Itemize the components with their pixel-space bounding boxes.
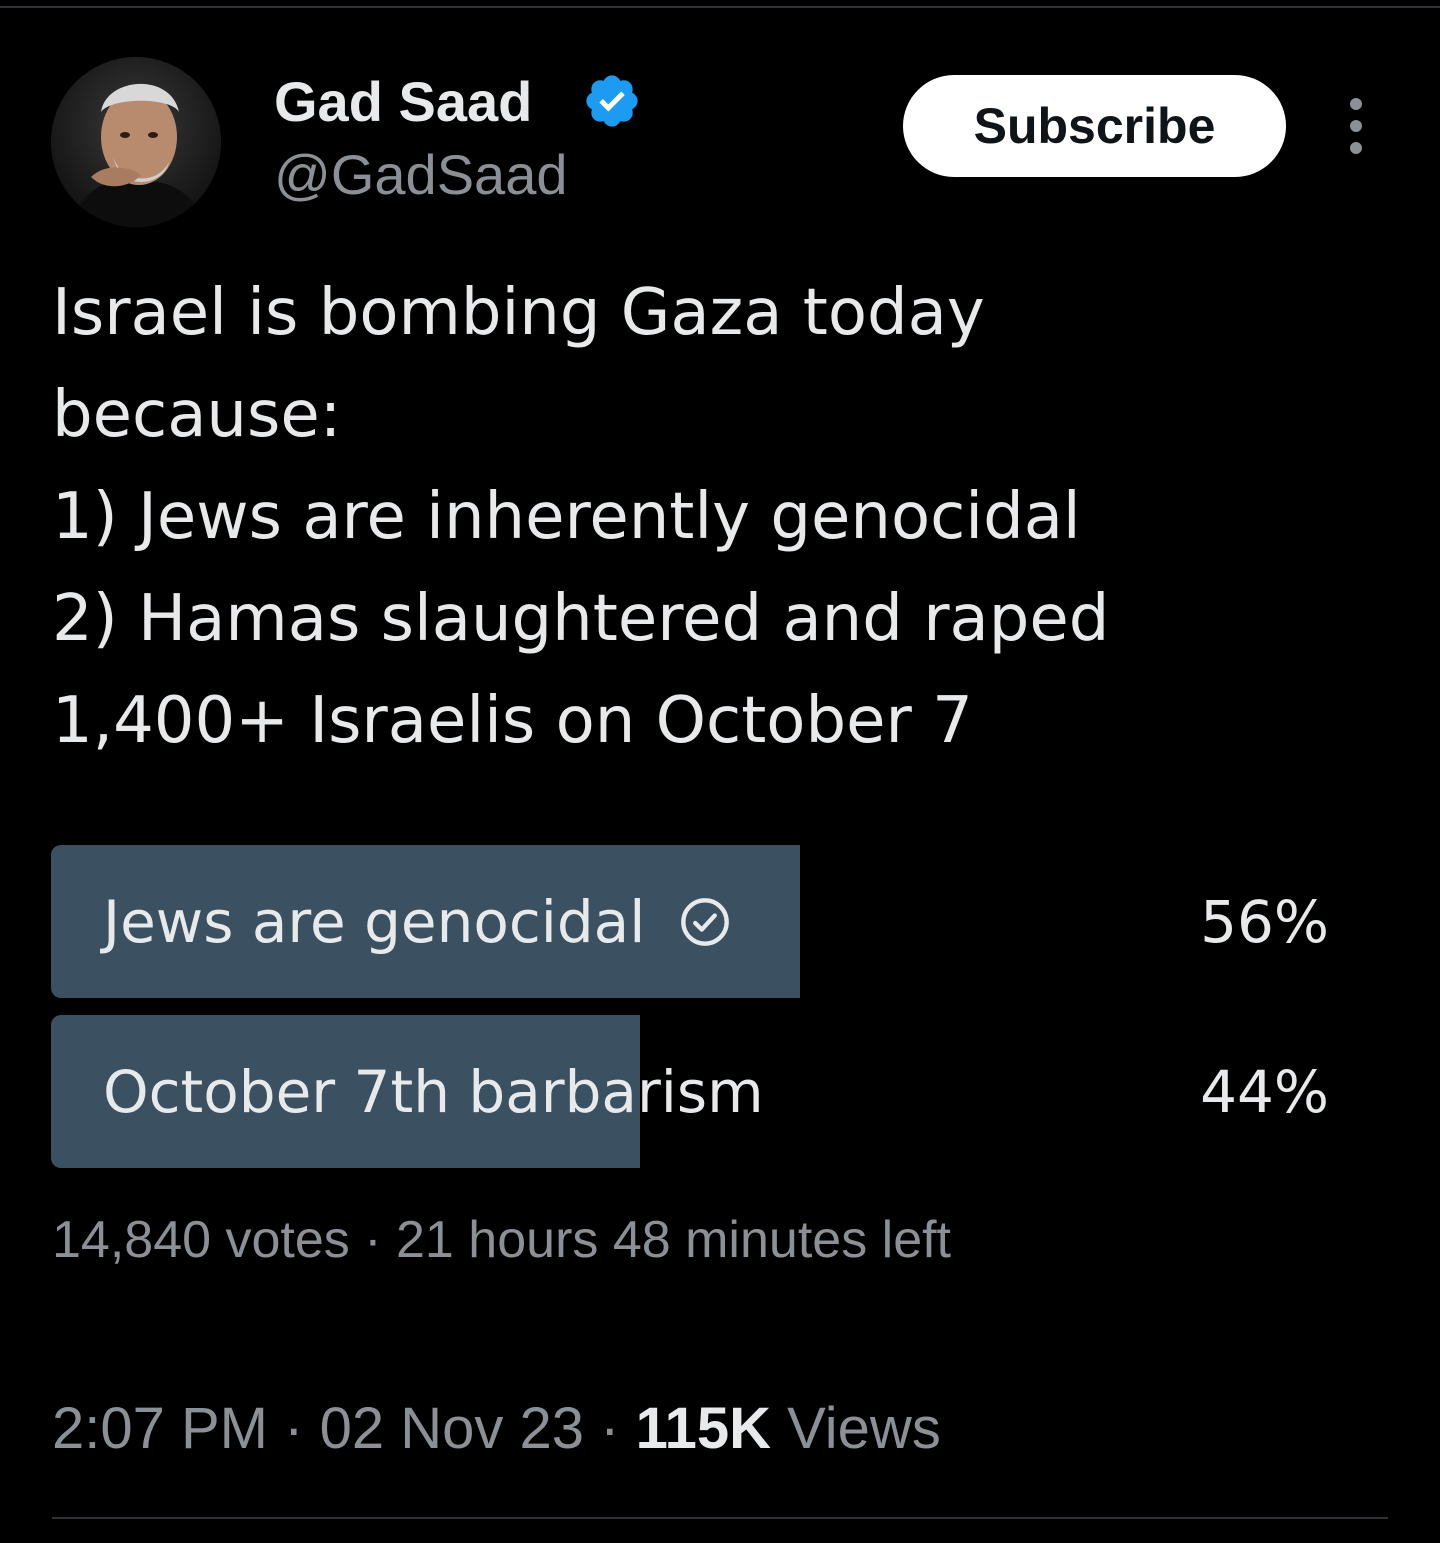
poll-option-text: Jews are genocidal: [103, 887, 646, 956]
poll-option-1[interactable]: Jews are genocidal 56%: [51, 845, 1341, 998]
separator: ·: [284, 1396, 304, 1461]
tweet-text: Israel is bombing Gaza today because: 1)…: [52, 276, 1110, 758]
views-count[interactable]: 115K: [636, 1396, 771, 1461]
top-divider: [0, 6, 1440, 8]
separator: ·: [600, 1396, 620, 1461]
avatar-photo: [51, 57, 221, 227]
more-vertical-icon[interactable]: [1336, 96, 1376, 156]
poll-time-left: 21 hours 48 minutes left: [396, 1211, 952, 1269]
verified-badge-icon[interactable]: [582, 71, 642, 131]
poll-votes: 14,840 votes: [52, 1211, 350, 1269]
poll-meta: 14,840 votes · 21 hours 48 minutes left: [52, 1208, 951, 1272]
poll-option-percent: 44%: [1200, 1057, 1329, 1126]
subscribe-button[interactable]: Subscribe: [903, 75, 1286, 177]
author-handle[interactable]: @GadSaad: [274, 143, 567, 207]
poll-option-percent: 56%: [1200, 887, 1329, 956]
poll-option-label: Jews are genocidal: [103, 845, 731, 998]
tweet-meta: 2:07 PM · 02 Nov 23 · 115K Views: [52, 1396, 941, 1462]
poll-option-label: October 7th barbarism: [103, 1015, 764, 1168]
check-circle-icon: [681, 897, 730, 946]
tweet-time[interactable]: 2:07 PM: [52, 1396, 268, 1461]
avatar[interactable]: [51, 57, 221, 227]
tweet-date[interactable]: 02 Nov 23: [320, 1396, 584, 1461]
poll-option-2[interactable]: October 7th barbarism 44%: [51, 1015, 1341, 1168]
poll-option-text: October 7th barbarism: [103, 1057, 764, 1126]
views-label: Views: [787, 1396, 941, 1461]
author-display-name[interactable]: Gad Saad: [274, 70, 532, 134]
separator: ·: [364, 1211, 382, 1269]
bottom-divider: [52, 1517, 1388, 1519]
